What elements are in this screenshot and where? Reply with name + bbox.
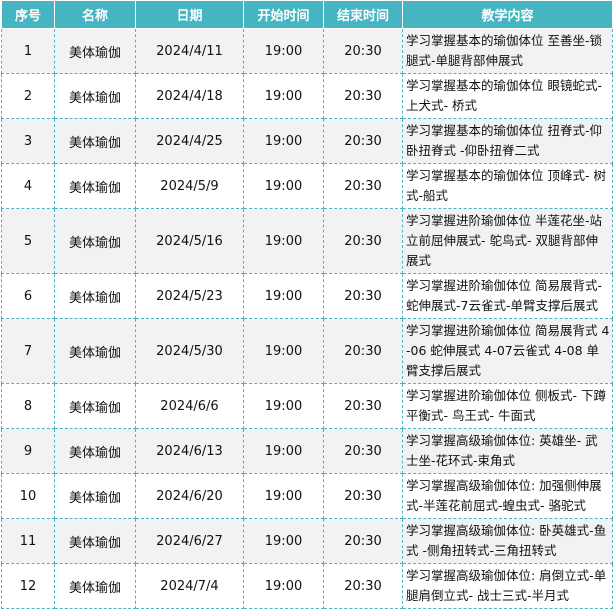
- table-row: 1 美体瑜伽 2024/4/11 19:00 20:30 学习掌握基本的瑜伽体位…: [1, 28, 613, 74]
- cell-content: 学习掌握高级瑜伽体位: 肩倒立式-单腿肩倒立式- 战士三式-半月式: [402, 563, 613, 609]
- cell-date: 2024/4/25: [135, 118, 244, 164]
- table-row: 10 美体瑜伽 2024/6/20 19:00 20:30 学习掌握高级瑜伽体位…: [1, 473, 613, 519]
- cell-start: 19:00: [243, 428, 324, 474]
- header-content: 教学内容: [402, 0, 613, 29]
- table-header: 序号 名称 日期 开始时间 结束时间 教学内容: [1, 0, 613, 29]
- cell-end: 20:30: [323, 118, 403, 164]
- cell-no: 1: [1, 28, 55, 74]
- header-start-time: 开始时间: [243, 0, 324, 29]
- cell-name: 美体瑜伽: [54, 318, 136, 384]
- table-body: 1 美体瑜伽 2024/4/11 19:00 20:30 学习掌握基本的瑜伽体位…: [1, 28, 613, 609]
- cell-date: 2024/4/11: [135, 28, 244, 74]
- table-row: 4 美体瑜伽 2024/5/9 19:00 20:30 学习掌握基本的瑜伽体位 …: [1, 163, 613, 209]
- cell-no: 11: [1, 518, 55, 564]
- course-schedule-table: 序号 名称 日期 开始时间 结束时间 教学内容 1 美体瑜伽 2024/4/11…: [1, 0, 613, 609]
- cell-name: 美体瑜伽: [54, 118, 136, 164]
- cell-end: 20:30: [323, 208, 403, 274]
- cell-end: 20:30: [323, 518, 403, 564]
- cell-date: 2024/5/16: [135, 208, 244, 274]
- cell-end: 20:30: [323, 563, 403, 609]
- cell-content: 学习掌握进阶瑜伽体位 半莲花坐-站立前屈伸展式- 鸵鸟式- 双腿背部伸展式: [402, 208, 613, 274]
- cell-name: 美体瑜伽: [54, 563, 136, 609]
- cell-name: 美体瑜伽: [54, 28, 136, 74]
- table-row: 8 美体瑜伽 2024/6/6 19:00 20:30 学习掌握进阶瑜伽体位 侧…: [1, 383, 613, 429]
- cell-start: 19:00: [243, 518, 324, 564]
- cell-name: 美体瑜伽: [54, 428, 136, 474]
- cell-name: 美体瑜伽: [54, 163, 136, 209]
- cell-start: 19:00: [243, 28, 324, 74]
- cell-content: 学习掌握基本的瑜伽体位 至善坐-锁腿式-单腿背部伸展式: [402, 28, 613, 74]
- cell-date: 2024/4/18: [135, 73, 244, 119]
- cell-content: 学习掌握高级瑜伽体位: 加强侧伸展式-半莲花前屈式-蝗虫式- 骆驼式: [402, 473, 613, 519]
- cell-start: 19:00: [243, 383, 324, 429]
- table-row: 12 美体瑜伽 2024/7/4 19:00 20:30 学习掌握高级瑜伽体位:…: [1, 563, 613, 609]
- cell-start: 19:00: [243, 273, 324, 319]
- cell-content: 学习掌握高级瑜伽体位: 卧英雄式-鱼式 -侧角扭转式-三角扭转式: [402, 518, 613, 564]
- cell-no: 12: [1, 563, 55, 609]
- table-row: 3 美体瑜伽 2024/4/25 19:00 20:30 学习掌握基本的瑜伽体位…: [1, 118, 613, 164]
- cell-content: 学习掌握进阶瑜伽体位 简易展背式-蛇伸展式-7云雀式-单臂支撑后展式: [402, 273, 613, 319]
- cell-content: 学习掌握高级瑜伽体位: 英雄坐- 武士坐-花环式-束角式: [402, 428, 613, 474]
- cell-name: 美体瑜伽: [54, 208, 136, 274]
- header-name: 名称: [54, 0, 136, 29]
- table-row: 5 美体瑜伽 2024/5/16 19:00 20:30 学习掌握进阶瑜伽体位 …: [1, 208, 613, 274]
- cell-no: 7: [1, 318, 55, 384]
- cell-content: 学习掌握基本的瑜伽体位 扭脊式-仰卧扭脊式 -仰卧扭脊二式: [402, 118, 613, 164]
- cell-start: 19:00: [243, 473, 324, 519]
- cell-date: 2024/5/23: [135, 273, 244, 319]
- cell-no: 4: [1, 163, 55, 209]
- header-date: 日期: [135, 0, 244, 29]
- cell-content: 学习掌握进阶瑜伽体位 简易展背式 4-06 蛇伸展式 4-07云雀式 4-08 …: [402, 318, 613, 384]
- cell-name: 美体瑜伽: [54, 383, 136, 429]
- cell-date: 2024/6/13: [135, 428, 244, 474]
- cell-name: 美体瑜伽: [54, 518, 136, 564]
- cell-end: 20:30: [323, 383, 403, 429]
- header-no: 序号: [1, 0, 55, 29]
- cell-no: 9: [1, 428, 55, 474]
- cell-date: 2024/7/4: [135, 563, 244, 609]
- cell-end: 20:30: [323, 73, 403, 119]
- cell-no: 6: [1, 273, 55, 319]
- cell-name: 美体瑜伽: [54, 73, 136, 119]
- table-row: 7 美体瑜伽 2024/5/30 19:00 20:30 学习掌握进阶瑜伽体位 …: [1, 318, 613, 384]
- cell-end: 20:30: [323, 273, 403, 319]
- cell-name: 美体瑜伽: [54, 273, 136, 319]
- cell-start: 19:00: [243, 318, 324, 384]
- header-row: 序号 名称 日期 开始时间 结束时间 教学内容: [1, 0, 613, 29]
- cell-no: 8: [1, 383, 55, 429]
- cell-name: 美体瑜伽: [54, 473, 136, 519]
- table-row: 6 美体瑜伽 2024/5/23 19:00 20:30 学习掌握进阶瑜伽体位 …: [1, 273, 613, 319]
- cell-date: 2024/5/30: [135, 318, 244, 384]
- cell-start: 19:00: [243, 118, 324, 164]
- header-end-time: 结束时间: [323, 0, 403, 29]
- cell-no: 5: [1, 208, 55, 274]
- cell-end: 20:30: [323, 428, 403, 474]
- cell-content: 学习掌握基本的瑜伽体位 顶峰式- 树式-船式: [402, 163, 613, 209]
- table-row: 9 美体瑜伽 2024/6/13 19:00 20:30 学习掌握高级瑜伽体位:…: [1, 428, 613, 474]
- cell-start: 19:00: [243, 163, 324, 209]
- cell-content: 学习掌握进阶瑜伽体位 侧板式- 下蹲平衡式- 鸟王式- 牛面式: [402, 383, 613, 429]
- cell-start: 19:00: [243, 73, 324, 119]
- cell-date: 2024/6/6: [135, 383, 244, 429]
- cell-end: 20:30: [323, 473, 403, 519]
- cell-end: 20:30: [323, 163, 403, 209]
- cell-start: 19:00: [243, 208, 324, 274]
- cell-no: 10: [1, 473, 55, 519]
- cell-date: 2024/6/27: [135, 518, 244, 564]
- cell-date: 2024/6/20: [135, 473, 244, 519]
- cell-end: 20:30: [323, 318, 403, 384]
- cell-date: 2024/5/9: [135, 163, 244, 209]
- cell-no: 2: [1, 73, 55, 119]
- cell-content: 学习掌握基本的瑜伽体位 眼镜蛇式-上犬式- 桥式: [402, 73, 613, 119]
- cell-no: 3: [1, 118, 55, 164]
- cell-end: 20:30: [323, 28, 403, 74]
- cell-start: 19:00: [243, 563, 324, 609]
- table-row: 2 美体瑜伽 2024/4/18 19:00 20:30 学习掌握基本的瑜伽体位…: [1, 73, 613, 119]
- table-row: 11 美体瑜伽 2024/6/27 19:00 20:30 学习掌握高级瑜伽体位…: [1, 518, 613, 564]
